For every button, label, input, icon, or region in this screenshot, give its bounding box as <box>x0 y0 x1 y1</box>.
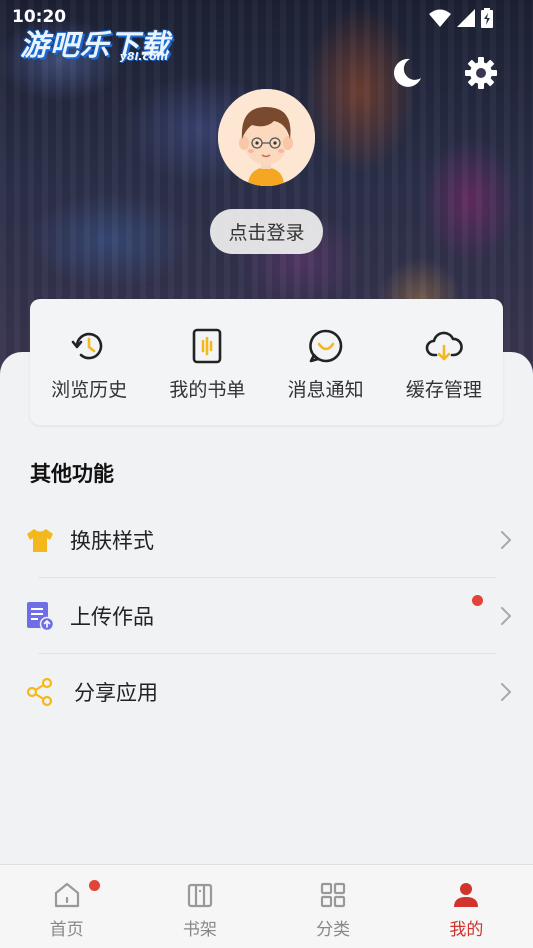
login-button[interactable]: 点击登录 <box>210 209 323 254</box>
notification-dot <box>89 880 100 891</box>
quick-action-booklist[interactable]: 我的书单 <box>148 299 266 425</box>
quick-action-label: 缓存管理 <box>405 379 482 401</box>
nav-tab-category[interactable]: 分类 <box>267 865 400 948</box>
quick-action-cache[interactable]: 缓存管理 <box>385 299 503 425</box>
menu-item-label: 分享应用 <box>74 681 158 705</box>
signal-icon <box>457 9 475 27</box>
gear-icon <box>465 57 497 89</box>
home-icon <box>54 882 79 908</box>
quick-action-label: 消息通知 <box>287 379 364 401</box>
bottom-nav: 首页 书架 分类 我的 <box>0 864 533 948</box>
nav-label: 首页 <box>49 920 84 940</box>
moon-icon <box>393 58 421 87</box>
settings-button[interactable] <box>462 54 500 92</box>
user-icon <box>454 883 479 907</box>
nav-tab-mine[interactable]: 我的 <box>400 865 533 948</box>
bookshelf-icon <box>187 883 212 908</box>
watermark-logo: 游吧乐下载 y8l.com <box>20 22 170 64</box>
booklist-icon <box>193 328 222 364</box>
share-icon <box>26 677 53 707</box>
cloud-download-icon <box>425 331 463 361</box>
wifi-icon <box>429 9 451 27</box>
nav-label: 书架 <box>182 920 217 940</box>
chevron-right-icon <box>501 531 511 549</box>
avatar-illustration <box>218 89 315 186</box>
tshirt-icon <box>27 529 53 552</box>
other-functions-menu: 换肤样式 上传作品 分享应用 <box>0 502 533 730</box>
chevron-right-icon <box>501 683 511 701</box>
battery-icon <box>481 8 493 28</box>
grid-icon <box>321 882 346 908</box>
chevron-right-icon <box>501 607 511 625</box>
notification-dot <box>472 595 483 606</box>
nav-label: 我的 <box>449 920 484 940</box>
quick-action-messages[interactable]: 消息通知 <box>267 299 385 425</box>
quick-action-history[interactable]: 浏览历史 <box>30 299 148 425</box>
avatar[interactable] <box>218 89 315 186</box>
quick-action-label: 我的书单 <box>169 379 246 401</box>
menu-item-share[interactable]: 分享应用 <box>0 654 533 730</box>
menu-item-skin[interactable]: 换肤样式 <box>0 502 533 578</box>
quick-action-label: 浏览历史 <box>51 379 128 401</box>
menu-item-label: 换肤样式 <box>70 529 154 553</box>
menu-item-label: 上传作品 <box>70 605 154 629</box>
upload-doc-icon <box>27 602 55 632</box>
nav-label: 分类 <box>316 920 351 940</box>
message-icon <box>308 329 342 363</box>
quick-actions-card: 浏览历史 我的书单 消息通知 缓存管理 <box>30 299 503 425</box>
watermark-sub: y8l.com <box>119 50 169 63</box>
menu-item-upload[interactable]: 上传作品 <box>0 578 533 654</box>
section-title: 其他功能 <box>30 462 114 486</box>
nav-tab-bookshelf[interactable]: 书架 <box>133 865 266 948</box>
night-mode-button[interactable] <box>388 54 426 92</box>
history-icon <box>71 332 103 360</box>
status-icons <box>429 8 493 28</box>
nav-tab-home[interactable]: 首页 <box>0 865 133 948</box>
